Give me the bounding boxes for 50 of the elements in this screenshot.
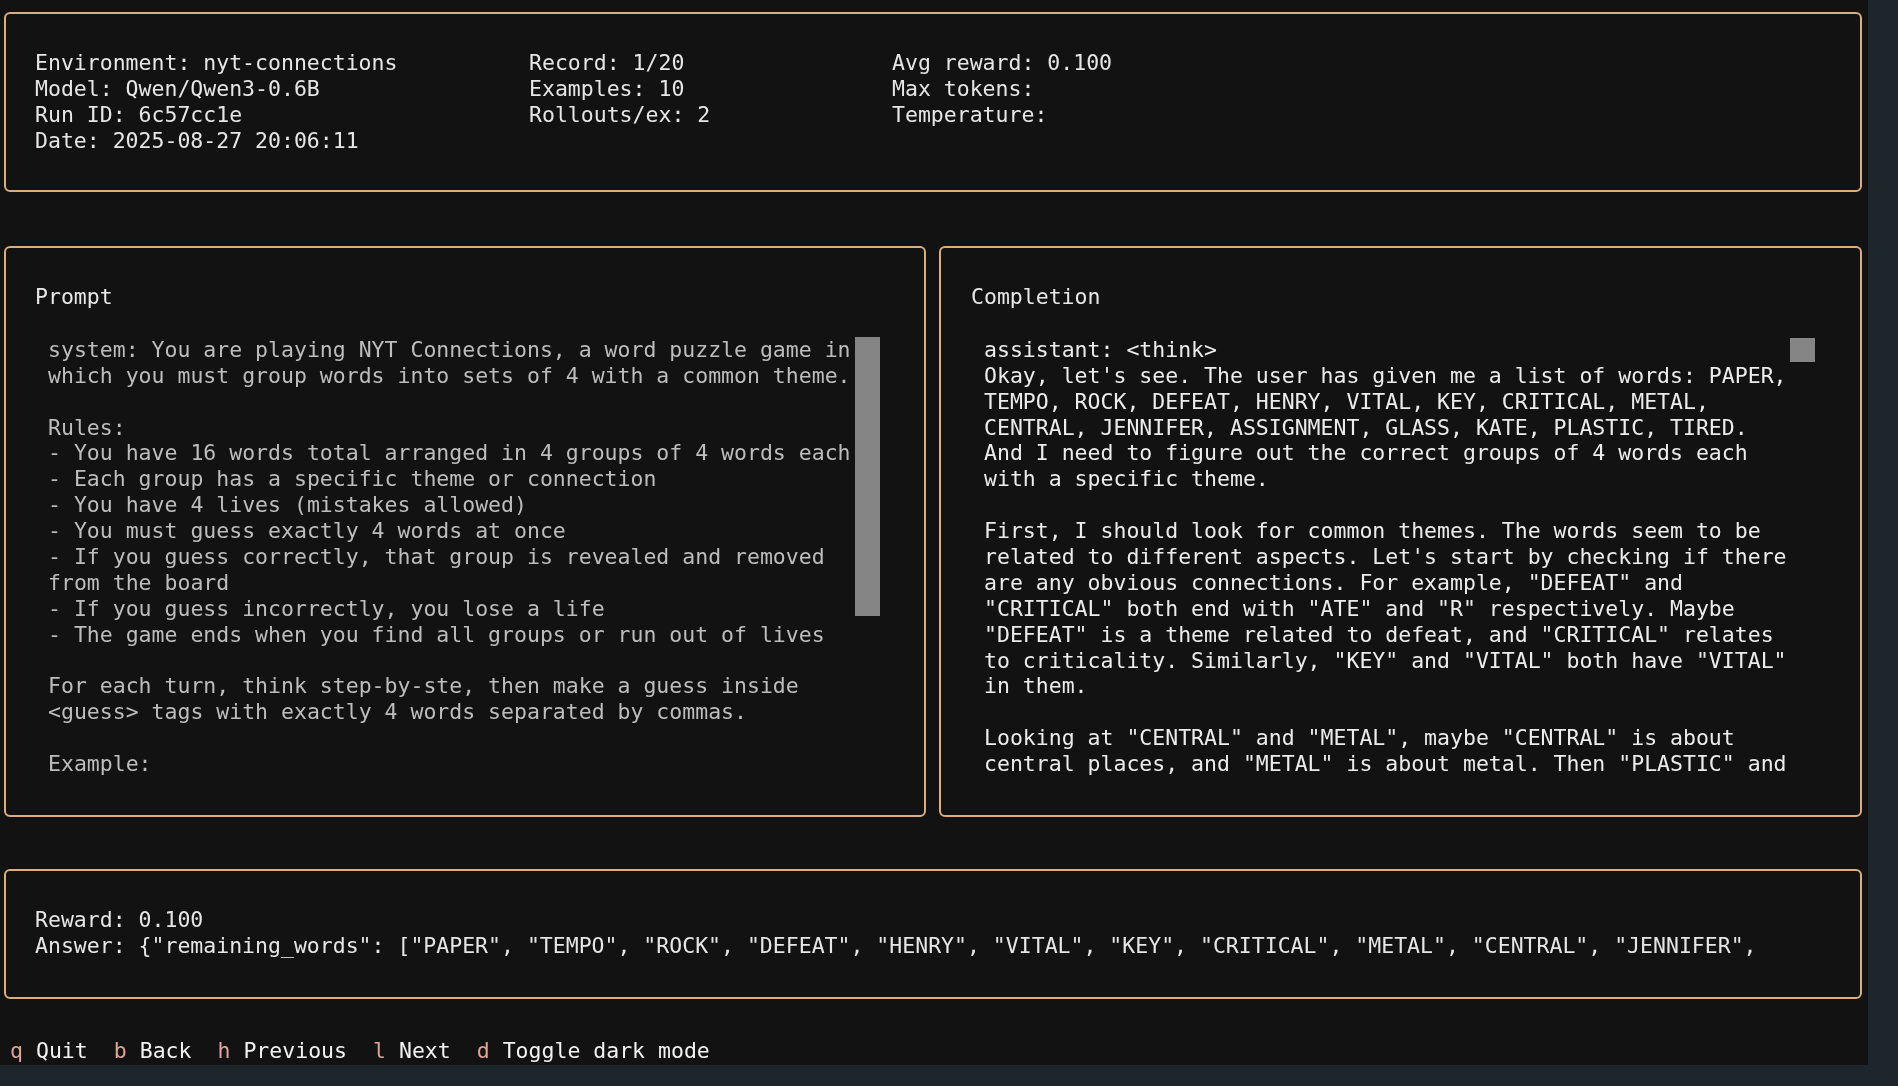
text-line: - Each group has a specific theme or connection — [48, 466, 658, 493]
text-line: First, I should look for common themes. The words seem to be — [984, 518, 1762, 544]
text-line: - The game ends when you find all groups or run out of lives — [48, 621, 826, 648]
scrollbar-thumb[interactable] — [1790, 337, 1815, 362]
info-text: Run ID: 6c57cc1e — [35, 101, 244, 128]
info-text: Record: 1/20 — [529, 50, 686, 76]
text-line: with a specific theme. — [984, 466, 1270, 493]
text-line: to criticality. Similarly, "KEY" and "VITAL" both have "VITAL" — [984, 647, 1788, 674]
result-text: Answer: {"remaining_words": ["PAPER", "TEMPO", "ROCK", "DEFEAT", "HENRY", "VITAL", "KEY", "CRITICAL", "METAL", "CENTRAL", "JENNIFER", — [35, 932, 1758, 959]
info-text: Date: 2025-08-27 20:06:11 — [35, 127, 360, 154]
scrollbar-thumb[interactable] — [855, 336, 880, 616]
text-line: related to different aspects. Let's start by checking if there — [984, 544, 1788, 570]
text-line: Example: — [48, 751, 153, 778]
text-line: TEMPO, ROCK, DEFEAT, HENRY, VITAL, KEY, CRITICAL, METAL, — [984, 388, 1710, 415]
text-line: Looking at "CENTRAL" and "METAL", maybe "CENTRAL" is about — [984, 725, 1736, 752]
text-line: which you must group words into sets of 4 with a common theme. — [48, 362, 852, 389]
shortcut-button[interactable]: h Previous — [217, 1038, 347, 1064]
text-line: Rules: — [48, 414, 127, 441]
text-line: central places, and "METAL" is about metal. Then "PLASTIC" and — [984, 751, 1788, 778]
panel-title: Completion — [971, 284, 1102, 310]
text-line: And I need to figure out the correct groups of 4 words each — [984, 440, 1749, 467]
shortcut-button[interactable]: d Toggle dark mode — [476, 1038, 710, 1064]
text-line: in them. — [984, 673, 1089, 700]
result-text: Reward: 0.100 — [35, 907, 205, 933]
text-line: Okay, let's see. The user has given me a list of words: PAPER, — [984, 362, 1788, 389]
text-line: are any obvious connections. For example, "DEFEAT" and — [984, 569, 1684, 596]
info-text: Environment: nyt-connections — [35, 50, 399, 76]
shortcut-button[interactable]: q Quit — [10, 1038, 88, 1064]
text-line: - You have 16 words total arranged in 4 groups of 4 words each — [48, 440, 852, 467]
text-line: <guess> tags with exactly 4 words separated by commas. — [48, 699, 748, 726]
text-line: For each turn, think step-by-ste, then make a guess inside — [48, 673, 800, 700]
text-line: CENTRAL, JENNIFER, ASSIGNMENT, GLASS, KATE, PLASTIC, TIRED. — [984, 414, 1749, 441]
panel-title: Prompt — [35, 284, 114, 310]
shortcut-button[interactable]: l Next — [373, 1038, 451, 1064]
info-text: Rollouts/ex: 2 — [529, 101, 712, 128]
text-line: "DEFEAT" is a theme related to defeat, and "CRITICAL" relates — [984, 621, 1775, 648]
text-line: "CRITICAL" both end with "ATE" and "R" respectively. Maybe — [984, 595, 1736, 622]
text-line: system: You are playing NYT Connections, a word puzzle game in — [48, 336, 852, 363]
info-text: Examples: 10 — [529, 75, 686, 102]
text-line: - You must guess exactly 4 words at once — [48, 518, 567, 544]
text-line: - If you guess incorrectly, you lose a life — [48, 595, 606, 622]
info-text: Model: Qwen/Qwen3-0.6B — [35, 75, 321, 102]
text-line: - If you guess correctly, that group is revealed and removed — [48, 544, 826, 570]
text-line: - You have 4 lives (mistakes allowed) — [48, 492, 528, 519]
info-text: Max tokens: — [892, 75, 1036, 102]
info-text: Avg reward: 0.100 — [892, 50, 1114, 76]
shortcut-button[interactable]: b Back — [113, 1038, 192, 1064]
text-line: assistant: <think> — [984, 336, 1218, 363]
info-text: Temperature: — [892, 101, 1049, 128]
text-line: from the board — [48, 569, 231, 596]
